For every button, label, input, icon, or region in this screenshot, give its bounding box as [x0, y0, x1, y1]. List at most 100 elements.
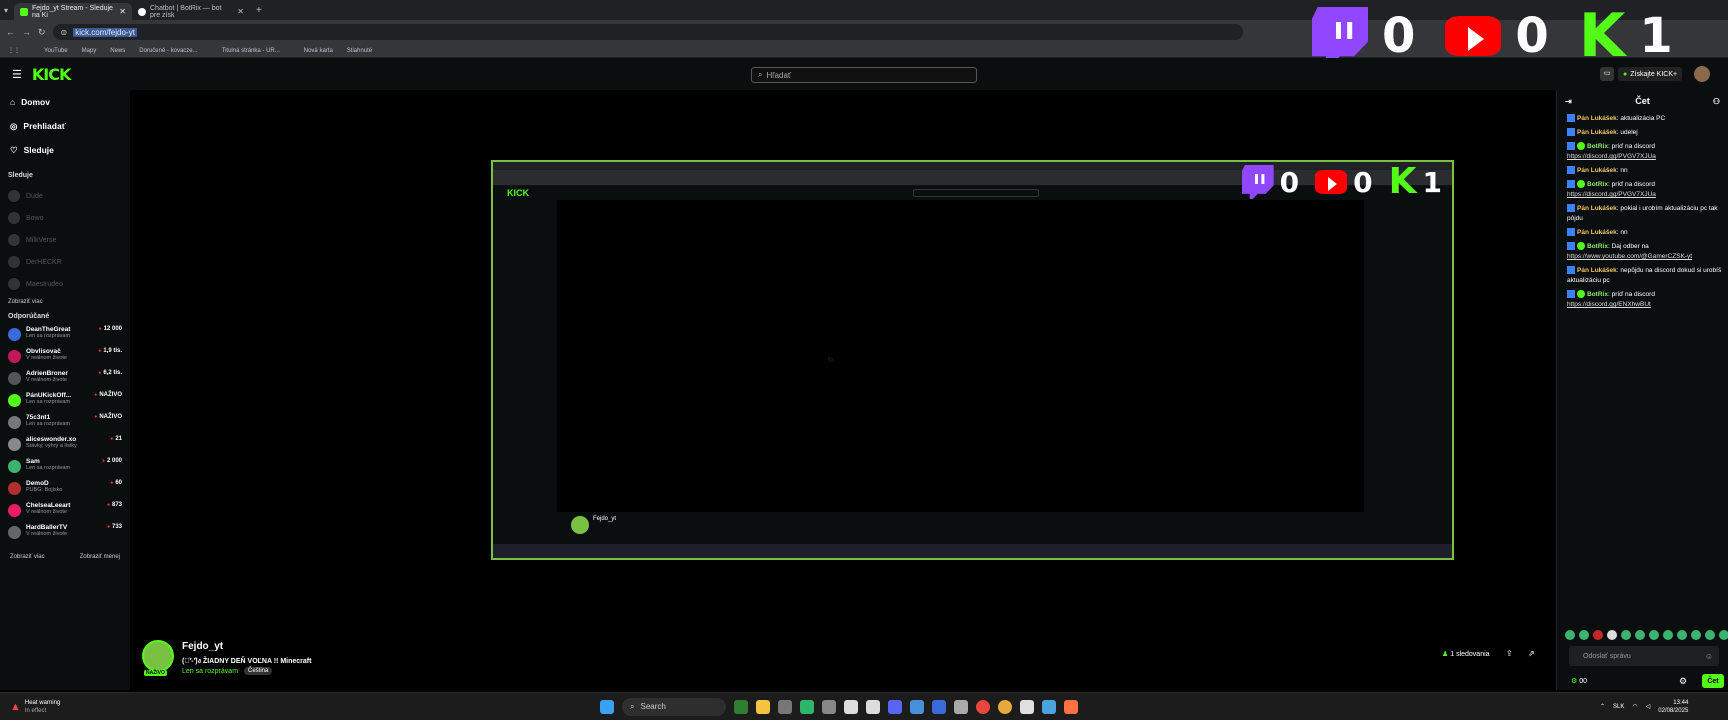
windows-start-icon[interactable]	[600, 699, 614, 714]
back-icon[interactable]: ←	[6, 27, 15, 37]
chat-username[interactable]: Pán Lukášek	[1577, 115, 1617, 122]
menu-icon[interactable]: ☰	[12, 68, 22, 81]
sidebar-item-browse[interactable]: ◎ Prehliadať	[0, 114, 130, 138]
forward-icon[interactable]: →	[22, 27, 31, 37]
reload-icon[interactable]: ↻	[38, 27, 46, 38]
close-tab-icon[interactable]: ✕	[237, 7, 244, 16]
bookmark[interactable]: Titulná stránka - UR...	[222, 48, 280, 54]
address-bar[interactable]: ⊜ kick.com/fejdo-yt	[52, 24, 1243, 40]
language-tag[interactable]: Čeština	[244, 667, 273, 675]
following-channel[interactable]: Dude	[0, 185, 130, 207]
chat-message-input[interactable]: Odoslať správu ☺	[1569, 646, 1719, 666]
emote-icon[interactable]	[1705, 630, 1715, 640]
recommended-channel[interactable]: DeanTheGreatLen sa rozprávam 12 000	[0, 326, 130, 348]
chat-settings-icon[interactable]: ⚙	[1679, 676, 1687, 687]
chat-username[interactable]: BotRix	[1587, 143, 1608, 150]
recommended-channel[interactable]: aliceswonder.xoStávky, výhry a lístky 21	[0, 436, 130, 458]
recommended-channel[interactable]: DemoDPUBG: Bojisko 60	[0, 480, 130, 502]
chat-username[interactable]: BotRix	[1587, 181, 1608, 188]
tab-kick[interactable]: Fejdo_yt Stream - Sleduje na Ki ✕	[14, 3, 132, 20]
recommended-channel[interactable]: AdrienBronerV reálnom živote 6,2 tis.	[0, 370, 130, 392]
following-channel[interactable]: MilkVerse	[0, 229, 130, 251]
avatar[interactable]	[1694, 66, 1710, 82]
following-channel[interactable]: DerHECKR	[0, 251, 130, 273]
app-icon[interactable]	[1020, 699, 1034, 714]
chrome-icon[interactable]	[976, 699, 990, 714]
chat-username[interactable]: Pán Lukášek	[1577, 205, 1617, 212]
emote-icon[interactable]	[1607, 630, 1617, 640]
file-explorer-icon[interactable]	[756, 699, 770, 714]
chat-username[interactable]: Pán Lukášek	[1577, 167, 1617, 174]
app-icon[interactable]	[888, 699, 902, 714]
chat-link[interactable]: https://discord.gg/PVGV7XJUa	[1567, 153, 1656, 160]
bookmark[interactable]: News	[110, 48, 125, 54]
recommended-channel[interactable]: ObvlisovačV reálnom živote 1,9 tis.	[0, 348, 130, 370]
clock[interactable]: 13:44 02/08/2025	[1658, 699, 1688, 715]
app-icon[interactable]	[910, 699, 924, 714]
channel-name[interactable]: Fejdo_yt	[182, 641, 223, 652]
site-info-icon[interactable]: ⊜	[61, 28, 68, 37]
tab-search-icon[interactable]: ▾	[4, 6, 14, 15]
chat-username[interactable]: Pán Lukášek	[1577, 229, 1617, 236]
emoji-icon[interactable]: ☺	[1705, 652, 1713, 661]
xbox-icon[interactable]	[734, 699, 748, 714]
chat-username[interactable]: Pán Lukášek	[1577, 267, 1617, 274]
following-channel[interactable]: Bowo	[0, 207, 130, 229]
recommended-channel[interactable]: SamLen sa rozprávam 2 000	[0, 458, 130, 480]
emote-icon[interactable]	[1621, 630, 1631, 640]
bookmark[interactable]: Mapy	[82, 48, 97, 54]
subscribe-button[interactable]: ● Získajte KICK+	[1618, 67, 1683, 81]
emote-icon[interactable]	[1565, 630, 1575, 640]
tab-botrix[interactable]: Chatbot | BotRix — bot pre získ ✕	[132, 3, 250, 20]
search-input[interactable]: ⌕ Hľadať	[751, 67, 977, 83]
share-icon[interactable]: ⇪	[1506, 649, 1513, 658]
settings-icon[interactable]	[778, 699, 792, 714]
channel-avatar[interactable]	[142, 640, 174, 672]
emote-icon[interactable]	[1691, 630, 1701, 640]
chrome-icon[interactable]	[998, 699, 1012, 714]
close-tab-icon[interactable]: ✕	[119, 7, 126, 16]
recommended-channel[interactable]: PánUKickOff...Len sa rozprávam NAŽIVO	[0, 392, 130, 414]
bookmark[interactable]: Doručené - kovacze...	[139, 48, 197, 54]
weather-widget[interactable]: Heat warning In effect	[25, 699, 60, 715]
emote-icon[interactable]	[1677, 630, 1687, 640]
chat-username[interactable]: BotRix	[1587, 243, 1608, 250]
chat-users-icon[interactable]: ⚇	[1713, 97, 1720, 106]
app-icon[interactable]	[866, 699, 880, 714]
kick-logo[interactable]: KICK	[32, 65, 71, 84]
recommended-channel[interactable]: 75c3nt1Len sa rozprávam NAŽIVO	[0, 414, 130, 436]
chat-link[interactable]: https://discord.gg/PVGV7XJUa	[1567, 191, 1656, 198]
theatre-mode-icon[interactable]: ⇗	[1528, 649, 1535, 658]
emote-icon[interactable]	[1663, 630, 1673, 640]
emote-icon[interactable]	[1719, 630, 1728, 640]
show-more-following[interactable]: Zobraziť viac	[0, 295, 130, 309]
following-channel[interactable]: Maestrudeo	[0, 273, 130, 295]
app-icon[interactable]	[932, 699, 946, 714]
channel-points[interactable]: ⚙ 00	[1571, 677, 1587, 685]
chat-username[interactable]: Pán Lukášek	[1577, 129, 1617, 136]
send-button[interactable]: Čet	[1702, 674, 1724, 688]
stream-category[interactable]: Len sa rozprávam	[182, 668, 238, 675]
collapse-chat-icon[interactable]: ⇥	[1565, 97, 1572, 106]
recommended-channel[interactable]: HardBallerTVV reálnom živote 733	[0, 524, 130, 546]
bookmark[interactable]: Nová karta	[304, 48, 333, 54]
app-icon[interactable]	[1064, 699, 1078, 714]
chat-username[interactable]: BotRix	[1587, 291, 1608, 298]
show-less-button[interactable]: Zobraziť menej	[80, 554, 120, 560]
bookmark[interactable]: YouTube	[34, 48, 68, 54]
dashboard-icon[interactable]: ▭	[1600, 67, 1614, 81]
language-indicator[interactable]: SLK	[1613, 704, 1624, 710]
tray-chevron-icon[interactable]: ⌃	[1600, 703, 1605, 710]
app-icon[interactable]	[844, 699, 858, 714]
video-player[interactable]: KICK 0 0 K 1 Fejdo_yt ◌	[130, 90, 1556, 630]
show-more-button[interactable]: Zobraziť viac	[10, 554, 45, 560]
app-icon[interactable]	[800, 699, 814, 714]
app-icon[interactable]	[1042, 699, 1056, 714]
sidebar-item-following[interactable]: ♡ Sleduje	[0, 138, 130, 162]
emote-icon[interactable]	[1593, 630, 1603, 640]
sidebar-item-home[interactable]: ⌂ Domov	[0, 90, 130, 114]
app-icon[interactable]	[954, 699, 968, 714]
bookmark[interactable]: Stiahnuté	[347, 48, 372, 54]
volume-icon[interactable]: ◁	[1646, 703, 1651, 710]
new-tab-icon[interactable]: +	[256, 5, 262, 16]
